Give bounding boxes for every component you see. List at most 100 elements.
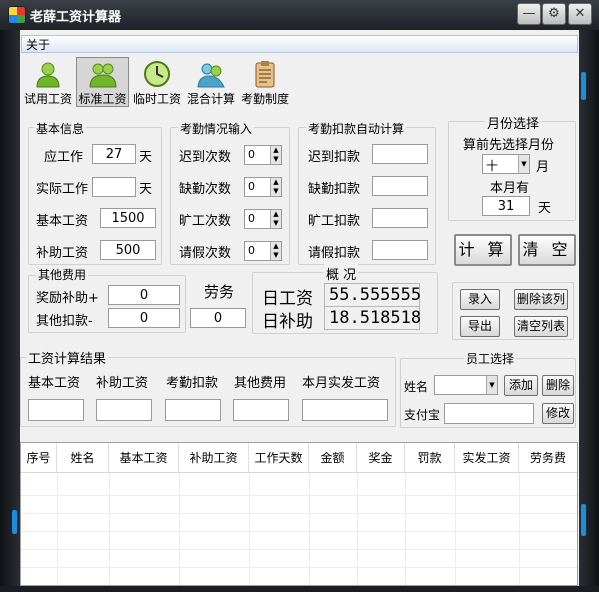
tool-trial-wage[interactable]: 试用工资 bbox=[22, 57, 74, 107]
tool-temp-wage[interactable]: 临时工资 bbox=[131, 57, 183, 107]
truant-deduct-field bbox=[372, 208, 428, 228]
month-title: 月份选择 bbox=[485, 113, 542, 132]
calculate-button[interactable]: 计 算 bbox=[454, 234, 512, 266]
leave-deduct-field bbox=[372, 240, 428, 260]
export-button[interactable]: 导出 bbox=[460, 316, 500, 337]
truant-count-spinner[interactable]: 0 ▲ ▼ bbox=[244, 209, 282, 229]
late-deduct-label: 迟到扣款 bbox=[308, 150, 361, 165]
tool-label: 混合计算 bbox=[186, 92, 235, 106]
labor-fee-label: 劳务 bbox=[204, 283, 235, 301]
alipay-label: 支付宝 bbox=[404, 408, 441, 422]
other-deduct-label: 其他扣款- bbox=[36, 314, 93, 329]
clock-icon bbox=[144, 61, 170, 87]
subsidy-label: 补助工资 bbox=[36, 246, 89, 261]
base-wage-label: 基本工资 bbox=[36, 214, 89, 229]
daily-wage-label: 日工资 bbox=[262, 289, 313, 309]
daily-subsidy-label: 日补助 bbox=[262, 312, 313, 332]
late-count-spinner[interactable]: 0 ▲ ▼ bbox=[244, 145, 282, 165]
tool-label: 试用工资 bbox=[23, 92, 72, 106]
absent-deduct-label: 缺勤扣款 bbox=[308, 182, 361, 197]
result-subsidy-field bbox=[96, 399, 152, 421]
tool-attendance-rules[interactable]: 考勤制度 bbox=[239, 57, 291, 107]
actual-days-input[interactable] bbox=[92, 177, 136, 197]
column-header[interactable]: 工作天数 bbox=[249, 443, 309, 472]
bottom-frame bbox=[0, 586, 599, 592]
late-deduct-field bbox=[372, 144, 428, 164]
result-base-field bbox=[28, 399, 84, 421]
overview-title: 概 况 bbox=[324, 264, 359, 283]
column-header[interactable]: 金额 bbox=[309, 443, 357, 472]
delete-employee-button[interactable]: 删除 bbox=[542, 375, 574, 396]
base-wage-input[interactable]: 1500 bbox=[100, 208, 156, 228]
clear-button[interactable]: 清 空 bbox=[518, 234, 576, 266]
column-header[interactable]: 劳务费 bbox=[519, 443, 577, 472]
workdays-unit: 天 bbox=[139, 150, 153, 165]
workdays-label: 应工作 bbox=[44, 150, 84, 165]
deduction-title: 考勤扣款自动计算 bbox=[306, 120, 407, 137]
result-other-field bbox=[233, 399, 289, 421]
app-logo-icon bbox=[8, 6, 26, 24]
leave-count-label: 请假次数 bbox=[179, 246, 232, 261]
tool-standard-wage[interactable]: 标准工资 bbox=[76, 57, 129, 107]
menu-about[interactable]: 关于 bbox=[26, 36, 50, 53]
month-select[interactable]: 十 ▼ bbox=[482, 154, 530, 174]
workdays-input[interactable]: 27 bbox=[92, 144, 136, 164]
window-title: 老薛工资计算器 bbox=[30, 10, 122, 25]
employee-title: 员工选择 bbox=[464, 350, 517, 367]
column-header[interactable]: 罚款 bbox=[405, 443, 455, 472]
actual-days-unit: 天 bbox=[139, 182, 153, 197]
add-employee-button[interactable]: 添加 bbox=[504, 375, 538, 396]
days-in-month-input[interactable]: 31 bbox=[482, 196, 530, 216]
bonus-label: 奖励补助+ bbox=[36, 291, 99, 306]
month-unit: 月 bbox=[536, 160, 550, 175]
bonus-input[interactable]: 0 bbox=[108, 285, 180, 305]
records-table[interactable]: 序号 姓名 基本工资 补助工资 工作天数 金额 奖金 罚款 实发工资 劳务费 bbox=[20, 442, 578, 586]
subsidy-input[interactable]: 500 bbox=[100, 240, 156, 260]
column-header[interactable]: 补助工资 bbox=[179, 443, 249, 472]
result-other-label: 其他费用 bbox=[234, 376, 287, 391]
other-deduct-input[interactable]: 0 bbox=[108, 308, 180, 328]
tool-label: 标准工资 bbox=[78, 92, 127, 106]
month-hint: 算前先选择月份 bbox=[463, 138, 555, 153]
other-expenses-title: 其他费用 bbox=[36, 266, 89, 283]
settings-button[interactable]: ⚙ bbox=[542, 3, 566, 25]
modify-employee-button[interactable]: 修改 bbox=[542, 403, 574, 424]
close-button[interactable]: ✕ bbox=[568, 3, 592, 25]
clear-list-button[interactable]: 清空列表 bbox=[514, 316, 568, 337]
user-icon bbox=[36, 62, 60, 88]
tool-mixed-calc[interactable]: 混合计算 bbox=[185, 57, 237, 107]
column-header[interactable]: 实发工资 bbox=[455, 443, 519, 472]
enter-record-button[interactable]: 录入 bbox=[460, 289, 500, 310]
leave-count-spinner[interactable]: 0 ▲ ▼ bbox=[244, 241, 282, 261]
attendance-title: 考勤情况输入 bbox=[178, 120, 255, 137]
menu-bar bbox=[21, 35, 578, 53]
column-header[interactable]: 奖金 bbox=[357, 443, 405, 472]
truant-deduct-label: 旷工扣款 bbox=[308, 214, 361, 229]
daily-subsidy-value: 18.518518 bbox=[324, 306, 421, 330]
result-subsidy-label: 补助工资 bbox=[96, 376, 149, 391]
tool-label: 临时工资 bbox=[132, 92, 181, 106]
employee-name-select[interactable]: ▼ bbox=[434, 375, 498, 395]
days-in-month-unit: 天 bbox=[538, 201, 552, 216]
actual-days-label: 实际工作 bbox=[36, 182, 89, 197]
clipboard-icon bbox=[255, 61, 275, 88]
left-frame bbox=[0, 30, 20, 592]
alipay-input[interactable] bbox=[444, 403, 534, 424]
labor-fee-input[interactable]: 0 bbox=[190, 308, 246, 328]
days-in-month-label: 本月有 bbox=[490, 181, 530, 196]
column-header[interactable]: 姓名 bbox=[57, 443, 109, 472]
column-header[interactable]: 基本工资 bbox=[109, 443, 179, 472]
tool-label: 考勤制度 bbox=[240, 92, 289, 106]
right-frame bbox=[579, 30, 599, 592]
leave-deduct-label: 请假扣款 bbox=[308, 246, 361, 261]
column-header[interactable]: 序号 bbox=[21, 443, 57, 472]
delete-row-button[interactable]: 删除该列 bbox=[514, 289, 568, 310]
minimize-button[interactable]: — bbox=[517, 3, 541, 25]
daily-wage-value: 55.555555 bbox=[324, 283, 421, 307]
result-net-label: 本月实发工资 bbox=[302, 376, 381, 391]
table-header: 序号 姓名 基本工资 补助工资 工作天数 金额 奖金 罚款 实发工资 劳务费 bbox=[21, 443, 577, 473]
people-icon bbox=[197, 63, 225, 88]
users-icon bbox=[88, 63, 117, 88]
absent-count-spinner[interactable]: 0 ▲ ▼ bbox=[244, 177, 282, 197]
absent-deduct-field bbox=[372, 176, 428, 196]
